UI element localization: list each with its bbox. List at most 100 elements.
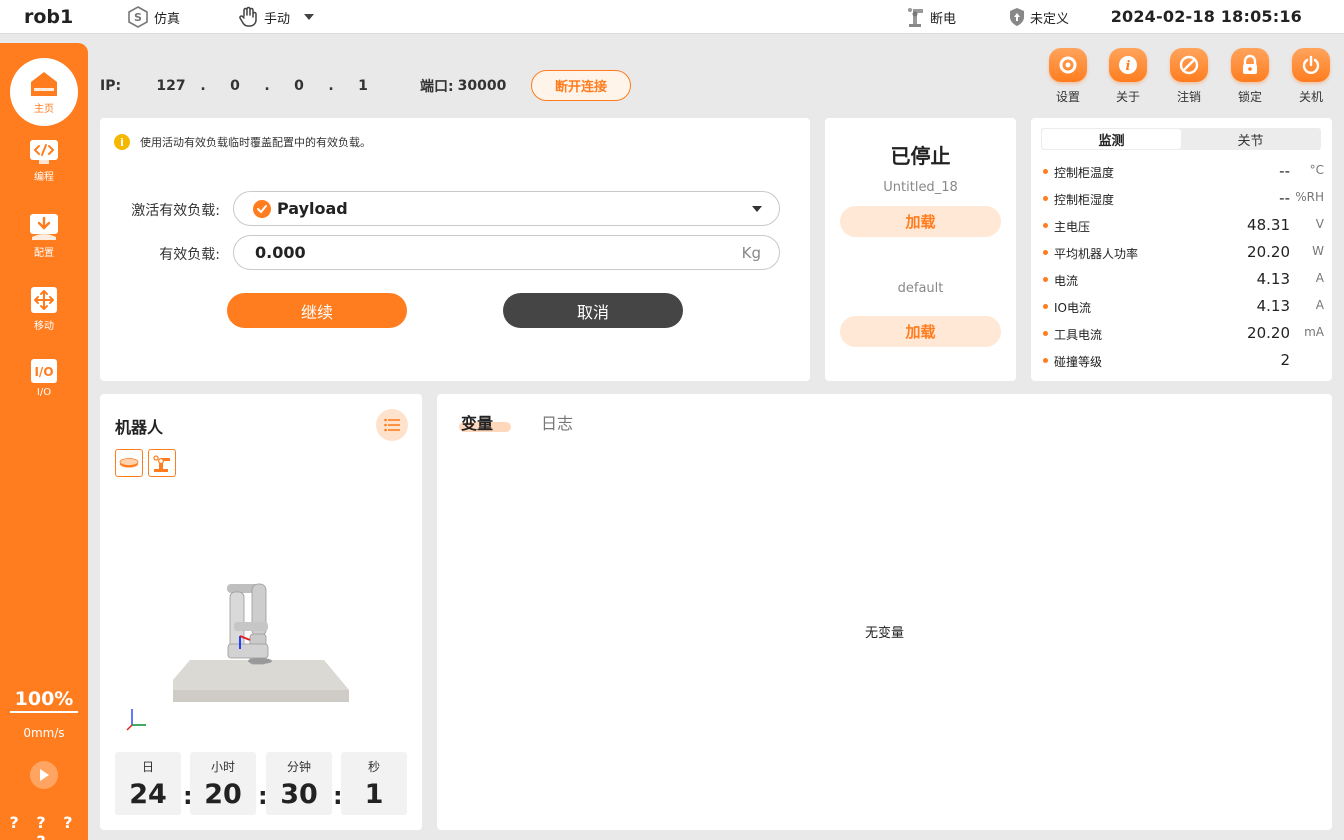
runtime-value: 24 bbox=[129, 779, 167, 810]
runtime-minutes: 分钟 30 bbox=[266, 752, 332, 815]
disconnect-button[interactable]: 断开连接 bbox=[531, 70, 631, 101]
tab-variables[interactable]: 变量 bbox=[459, 410, 511, 434]
shield-icon bbox=[1010, 8, 1024, 26]
port-label: 端口: bbox=[420, 79, 454, 95]
no-variables-message: 无变量 bbox=[864, 626, 904, 641]
tab-log[interactable]: 日志 bbox=[541, 410, 573, 434]
monitor-value: 48.31 bbox=[1247, 216, 1290, 234]
view-robot-button[interactable] bbox=[148, 449, 176, 477]
bullet-dot bbox=[1043, 250, 1048, 255]
ip-label: IP: bbox=[100, 78, 122, 94]
robot-arm-icon bbox=[908, 8, 923, 27]
active-payload-select[interactable]: Payload bbox=[233, 191, 780, 226]
bullet-dot bbox=[1043, 331, 1048, 336]
ip-part: 127 bbox=[156, 78, 186, 94]
tab-joints[interactable]: 关节 bbox=[1181, 129, 1320, 149]
load-installation-button[interactable]: 加载 bbox=[840, 316, 1001, 347]
safety-status[interactable]: 未定义 bbox=[1008, 0, 1069, 34]
runtime-label: 小时 bbox=[210, 760, 235, 774]
sidebar-item-label: 移动 bbox=[34, 321, 54, 332]
monitor-name: 电流 bbox=[1054, 274, 1079, 288]
tab-monitor[interactable]: 监测 bbox=[1042, 129, 1181, 149]
info-icon: i bbox=[114, 134, 130, 150]
tab-variables-label: 变量 bbox=[461, 414, 494, 433]
top-bar: rob1 S 仿真 手动 断电 未定义 2024-02-18 18:05:16 bbox=[0, 0, 1344, 34]
sidebar-item-io[interactable]: I/O I/O bbox=[0, 358, 88, 398]
home-icon bbox=[31, 71, 57, 96]
monitor-row: 平均机器人功率 20.20 W bbox=[1041, 243, 1326, 263]
info-icon: i bbox=[1109, 48, 1147, 82]
logout-button[interactable]: 注销 bbox=[1163, 48, 1215, 105]
cancel-button[interactable]: 取消 bbox=[503, 293, 683, 328]
runtime-hours: 小时 20 bbox=[190, 752, 256, 815]
sidebar-item-home[interactable]: 主页 bbox=[10, 58, 78, 126]
sidebar-item-move[interactable]: 移动 bbox=[0, 286, 88, 332]
active-payload-value: Payload bbox=[277, 199, 348, 218]
lock-button[interactable]: 锁定 bbox=[1224, 48, 1276, 105]
monitor-value: 2 bbox=[1280, 351, 1290, 369]
monitor-name: 工具电流 bbox=[1054, 328, 1103, 342]
payload-unit: Kg bbox=[741, 244, 761, 262]
payload-label: 有效负载: bbox=[159, 247, 220, 263]
bullet-dot bbox=[1043, 358, 1048, 363]
sidebar-item-program[interactable]: 编程 bbox=[0, 139, 88, 183]
view-base-button[interactable] bbox=[115, 449, 143, 477]
shutdown-label: 关机 bbox=[1298, 90, 1323, 104]
sidebar-item-label: 配置 bbox=[34, 248, 54, 259]
runtime-label: 秒 bbox=[367, 760, 380, 774]
bullet-dot bbox=[1043, 196, 1048, 201]
ip-dot: . bbox=[328, 78, 334, 94]
play-icon bbox=[40, 769, 49, 781]
about-label: 关于 bbox=[1115, 90, 1140, 104]
payload-notice: i 使用活动有效负载临时覆盖配置中的有效负载。 bbox=[114, 134, 371, 150]
program-name: Untitled_18 bbox=[883, 180, 958, 195]
shutdown-button[interactable]: 关机 bbox=[1285, 48, 1337, 105]
monitor-name: 控制柜湿度 bbox=[1054, 193, 1115, 207]
speed-percent[interactable]: 100% bbox=[10, 688, 78, 713]
connection-info: IP: 127 . 0 . 0 . 1 端口: 30000 bbox=[100, 70, 506, 102]
monitor-row: 控制柜温度 -- °C bbox=[1041, 162, 1326, 182]
payload-input[interactable]: 0.000 Kg bbox=[233, 235, 780, 270]
about-button[interactable]: i 关于 bbox=[1102, 48, 1154, 105]
runtime-value: 20 bbox=[204, 779, 242, 810]
power-status[interactable]: 断电 bbox=[906, 0, 956, 34]
payload-panel: i 使用活动有效负载临时覆盖配置中的有效负载。 激活有效负载: Payload … bbox=[100, 118, 810, 381]
simulation-indicator[interactable]: S 仿真 bbox=[126, 0, 180, 34]
list-button[interactable] bbox=[376, 409, 408, 441]
prohibit-icon bbox=[1170, 48, 1208, 82]
continue-button[interactable]: 继续 bbox=[227, 293, 407, 328]
robot-3d-view[interactable] bbox=[100, 484, 422, 744]
monitor-name: 碰撞等级 bbox=[1054, 355, 1103, 369]
monitor-panel: 监测 关节 控制柜温度 -- °C 控制柜湿度 -- %RH 主电压 48.31… bbox=[1031, 118, 1332, 381]
ip-part: 0 bbox=[230, 78, 240, 94]
payload-value: 0.000 bbox=[255, 243, 306, 262]
ip-part: 0 bbox=[294, 78, 304, 94]
sidebar-item-label: 编程 bbox=[34, 172, 54, 183]
variables-panel: 变量 日志 无变量 bbox=[437, 394, 1332, 830]
list-icon bbox=[384, 418, 400, 432]
monitor-unit: mA bbox=[1304, 325, 1324, 339]
load-program-button[interactable]: 加载 bbox=[840, 206, 1001, 237]
monitor-name: IO电流 bbox=[1054, 301, 1091, 315]
check-circle-icon bbox=[253, 199, 271, 218]
mode-selector[interactable]: 手动 bbox=[236, 0, 322, 34]
runtime-days: 日 24 bbox=[115, 752, 181, 815]
sidebar-item-config[interactable]: 配置 bbox=[0, 213, 88, 259]
hand-icon bbox=[239, 6, 257, 27]
simulation-label: 仿真 bbox=[154, 11, 181, 27]
robot-arm-icon bbox=[153, 455, 170, 472]
svg-text:I/O: I/O bbox=[34, 365, 53, 379]
safety-label: 未定义 bbox=[1030, 11, 1070, 27]
code-icon bbox=[30, 140, 58, 164]
monitor-name: 控制柜温度 bbox=[1054, 166, 1115, 180]
monitor-value: 20.20 bbox=[1247, 243, 1290, 261]
logout-label: 注销 bbox=[1176, 90, 1201, 104]
settings-button[interactable]: 设置 bbox=[1042, 48, 1094, 105]
play-button[interactable] bbox=[30, 761, 58, 789]
runtime-label: 分钟 bbox=[286, 760, 311, 774]
monitor-value: -- bbox=[1279, 162, 1290, 180]
monitor-value: 4.13 bbox=[1256, 270, 1290, 288]
gear-icon bbox=[1049, 48, 1087, 82]
monitor-name: 主电压 bbox=[1054, 220, 1091, 234]
monitor-unit: °C bbox=[1309, 163, 1324, 177]
